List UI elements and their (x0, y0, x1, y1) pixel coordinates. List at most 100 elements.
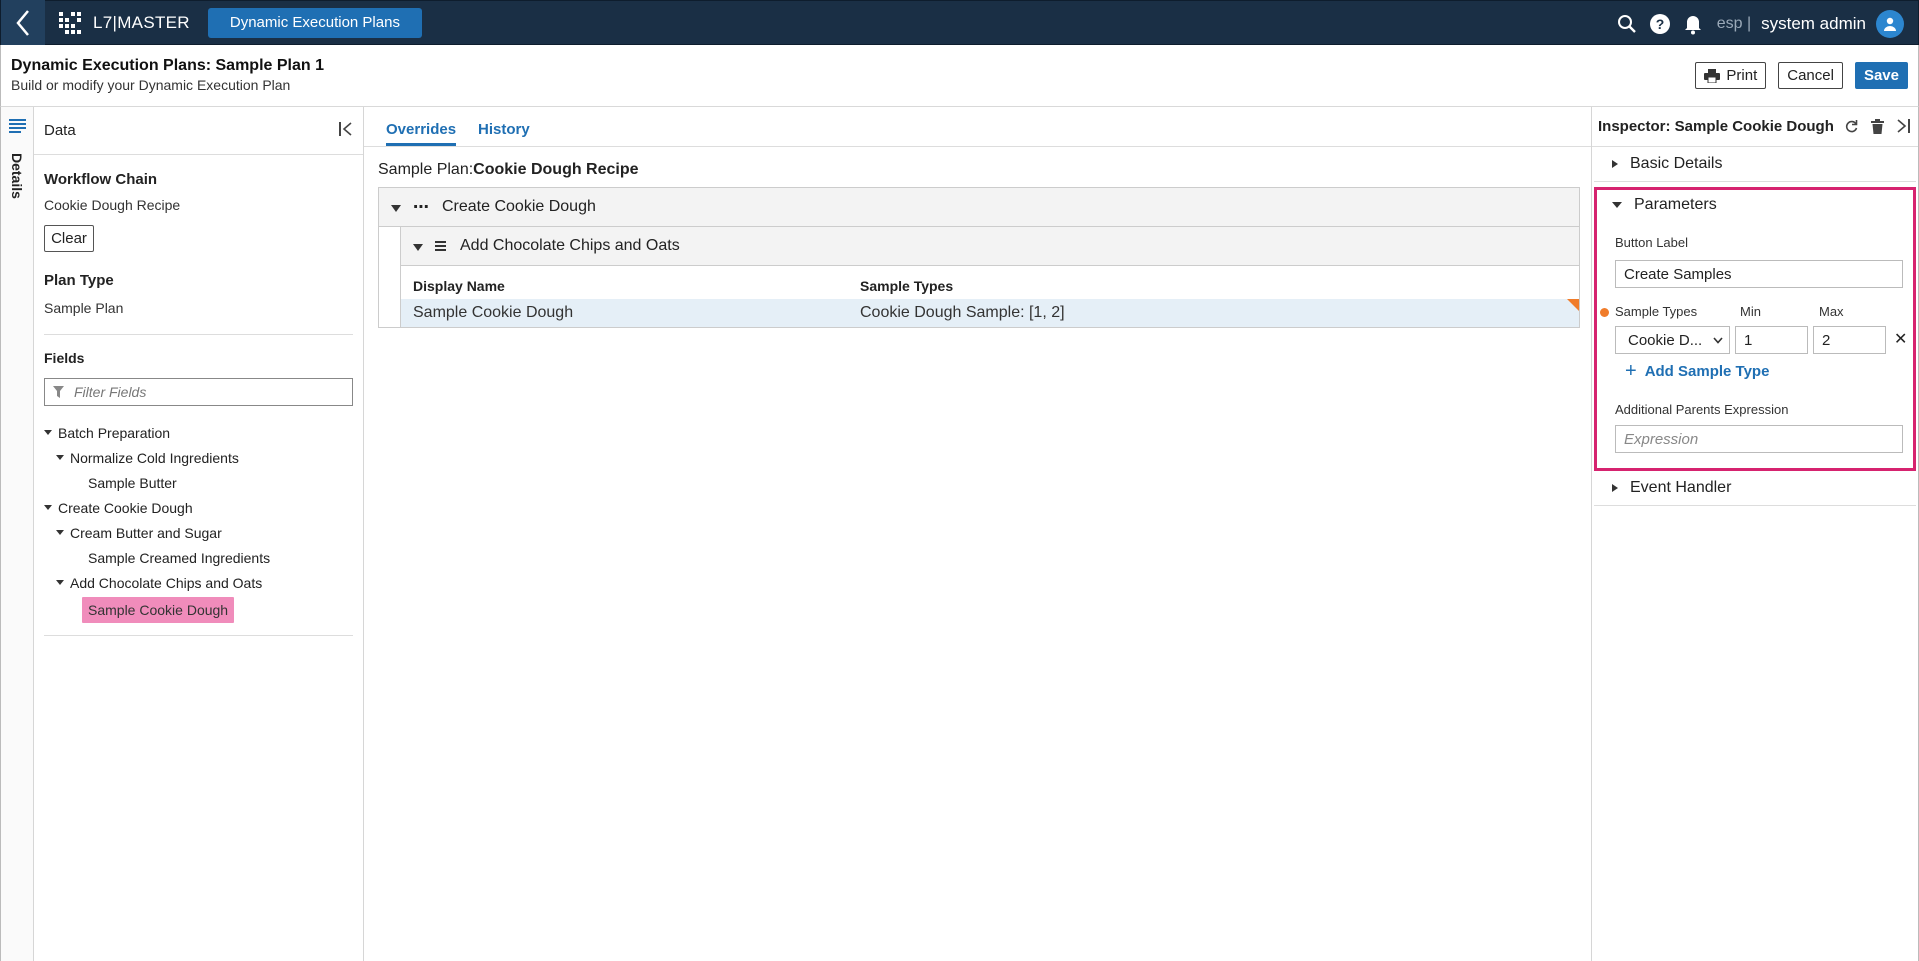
plan-type-value: Sample Plan (44, 300, 124, 316)
section-label: Event Handler (1630, 479, 1732, 496)
table-header-row: Display Name Sample Types (401, 266, 1579, 299)
print-button[interactable]: Print (1695, 62, 1767, 89)
tree-item-label: Create Cookie Dough (58, 499, 193, 516)
app-logo[interactable]: L7|MASTER (59, 11, 190, 34)
help-icon[interactable]: ? (1649, 13, 1671, 35)
sample-types-label: Sample Types (1615, 304, 1698, 319)
caret-down-icon[interactable] (56, 455, 64, 460)
tab-overrides[interactable]: Overrides (386, 121, 457, 146)
override-flag-icon (1567, 299, 1579, 311)
tree-item[interactable]: Batch Preparation (44, 420, 353, 445)
caret-down-icon[interactable] (44, 505, 52, 510)
refresh-icon[interactable] (1844, 119, 1859, 134)
tree-item[interactable]: Normalize Cold Ingredients (44, 445, 353, 470)
add-sample-type-button[interactable]: + Add Sample Type (1625, 360, 1769, 383)
filter-fields-input[interactable]: Filter Fields (44, 378, 353, 406)
divider (44, 635, 353, 636)
ellipsis-icon: ⋯ (413, 199, 430, 216)
button-label-label: Button Label (1615, 235, 1689, 250)
menu-lines-icon[interactable] (9, 119, 26, 133)
clear-button[interactable]: Clear (44, 225, 94, 252)
caret-right-icon[interactable] (1612, 160, 1618, 168)
data-panel-title: Data (44, 122, 76, 139)
tree-item-label: Sample Cookie Dough (82, 597, 235, 623)
caret-down-icon[interactable] (413, 243, 423, 251)
tree-item-selected[interactable]: Sample Cookie Dough (44, 595, 353, 625)
tree-item[interactable]: Sample Creamed Ingredients (44, 545, 353, 570)
section-event-handler[interactable]: Event Handler (1594, 471, 1916, 506)
caret-down-icon[interactable] (1612, 202, 1622, 208)
print-label: Print (1726, 67, 1758, 84)
list-icon (435, 241, 446, 251)
required-indicator (1600, 308, 1609, 317)
collapse-left-icon[interactable] (339, 122, 353, 136)
trash-icon[interactable] (1871, 119, 1884, 134)
tree-item[interactable]: Add Chocolate Chips and Oats (44, 570, 353, 595)
back-button[interactable] (1, 0, 45, 45)
chevron-down-icon (1713, 336, 1723, 344)
cell-display-name: Sample Cookie Dough (413, 304, 574, 321)
group-header[interactable]: ⋯ Create Cookie Dough (379, 188, 1579, 227)
language-switch[interactable]: esp | (1717, 15, 1751, 33)
top-bar: L7|MASTER Dynamic Execution Plans ? esp … (0, 0, 1919, 45)
inspector-panel: Inspector: Sample Cookie Dough Basic Det… (1591, 107, 1919, 961)
sample-type-select[interactable]: Cookie D... (1615, 326, 1730, 354)
table-row[interactable]: Sample Cookie Dough Cookie Dough Sample:… (401, 299, 1579, 327)
caret-right-icon[interactable] (1612, 484, 1618, 492)
workflow-chain-label: Workflow Chain (44, 171, 158, 188)
bell-icon[interactable] (1683, 13, 1703, 35)
tab-bar: Overrides History (364, 107, 1591, 147)
sub-step-group: Add Chocolate Chips and Oats Display Nam… (400, 227, 1579, 327)
caret-down-icon[interactable] (44, 430, 52, 435)
column-header-sample-types[interactable]: Sample Types (860, 278, 953, 294)
fields-tree: Batch Preparation Normalize Cold Ingredi… (44, 420, 353, 625)
details-tab[interactable]: Details (9, 153, 25, 199)
button-label-input[interactable]: Create Samples (1615, 260, 1903, 288)
remove-sample-type-icon[interactable]: ✕ (1894, 329, 1907, 349)
max-input[interactable]: 2 (1813, 326, 1886, 354)
svg-text:?: ? (1655, 16, 1664, 32)
max-label: Max (1819, 304, 1844, 319)
save-button[interactable]: Save (1854, 62, 1908, 89)
active-app-tab[interactable]: Dynamic Execution Plans (207, 7, 422, 38)
tree-item-label: Sample Butter (88, 474, 177, 491)
additional-parents-label: Additional Parents Expression (1615, 402, 1789, 417)
page-title: Dynamic Execution Plans: Sample Plan 1 (11, 57, 324, 74)
user-name[interactable]: system admin (1761, 14, 1866, 34)
section-parameters[interactable]: Parameters (1597, 190, 1913, 220)
collapse-right-icon[interactable] (1896, 119, 1910, 133)
section-basic-details[interactable]: Basic Details (1594, 147, 1916, 182)
subgroup-header[interactable]: Add Chocolate Chips and Oats (401, 227, 1579, 266)
tree-item[interactable]: Sample Butter (44, 470, 353, 495)
plan-type-label: Plan Type (44, 272, 114, 289)
plan-name: Cookie Dough Recipe (473, 161, 639, 178)
tree-item-label: Normalize Cold Ingredients (70, 449, 239, 466)
expression-input[interactable]: Expression (1615, 425, 1903, 453)
min-input[interactable]: 1 (1735, 326, 1808, 354)
data-panel-header: Data (34, 107, 363, 155)
avatar[interactable] (1876, 9, 1904, 38)
tree-item-label: Add Chocolate Chips and Oats (70, 574, 263, 591)
tree-item-label: Cream Butter and Sugar (70, 524, 222, 541)
column-header-display-name[interactable]: Display Name (401, 278, 860, 294)
workflow-chain-value: Cookie Dough Recipe (44, 197, 181, 213)
caret-down-icon[interactable] (56, 530, 64, 535)
search-icon[interactable] (1617, 14, 1637, 34)
plan-prefix: Sample Plan: (378, 161, 474, 178)
sample-type-value: Cookie D... (1628, 331, 1703, 349)
cancel-button[interactable]: Cancel (1778, 62, 1843, 89)
plan-breadcrumb: Sample Plan:Cookie Dough Recipe (378, 161, 1591, 179)
page-subtitle: Build or modify your Dynamic Execution P… (11, 77, 291, 93)
tree-item[interactable]: Cream Butter and Sugar (44, 520, 353, 545)
main-content: Overrides History Sample Plan:Cookie Dou… (364, 107, 1591, 961)
tree-item[interactable]: Create Cookie Dough (44, 495, 353, 520)
tree-item-label: Batch Preparation (58, 424, 171, 441)
left-rail: Details (0, 107, 34, 961)
page-header: Dynamic Execution Plans: Sample Plan 1 B… (0, 45, 1919, 107)
samples-table: Display Name Sample Types Sample Cookie … (401, 266, 1579, 327)
tab-history[interactable]: History (478, 121, 530, 146)
caret-down-icon[interactable] (56, 580, 64, 585)
section-label: Basic Details (1630, 155, 1723, 172)
inspector-title: Inspector: Sample Cookie Dough (1598, 118, 1834, 135)
caret-down-icon[interactable] (391, 204, 401, 212)
